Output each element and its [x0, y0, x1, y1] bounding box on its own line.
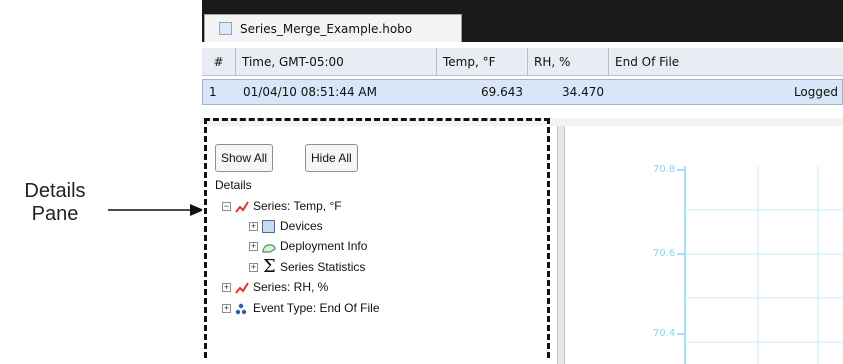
row-status: Logged: [793, 85, 838, 99]
row-rh: 34.470: [562, 85, 604, 99]
y-tick-label: 70.4: [653, 328, 676, 339]
col-time-header[interactable]: Time, GMT-05:00: [236, 48, 437, 76]
row-index: 1: [209, 85, 217, 99]
row-temp: 69.643: [481, 85, 523, 99]
row-time: 01/04/10 08:51:44 AM: [243, 85, 377, 99]
col-temp-header[interactable]: Temp, °F: [437, 48, 528, 76]
annotation-line-1: Details: [24, 180, 86, 202]
col-rh-header[interactable]: RH, %: [528, 48, 609, 76]
annotation-line-2: Pane: [31, 203, 79, 225]
chart-grid: [677, 166, 843, 364]
col-index-header[interactable]: #: [202, 48, 236, 76]
details-pane-annotation: Details Pane: [0, 180, 110, 226]
col-eof-header[interactable]: End Of File: [609, 48, 843, 76]
y-tick-label: 70.8: [653, 164, 676, 175]
pane-splitter[interactable]: [557, 126, 565, 364]
tab-series-merge[interactable]: Series_Merge_Example.hobo: [204, 14, 462, 42]
table-row[interactable]: 1 01/04/10 08:51:44 AM 69.643 34.470 Log…: [202, 79, 843, 105]
chart-area: 70.8 70.6 70.4: [565, 126, 843, 364]
arrow-icon: [108, 204, 204, 216]
details-pane-highlight: [204, 118, 550, 358]
tab-file-icon: [219, 22, 232, 35]
y-tick-label: 70.6: [653, 248, 676, 259]
table-header: # Time, GMT-05:00 Temp, °F RH, % End Of …: [202, 48, 843, 76]
tab-label: Series_Merge_Example.hobo: [240, 21, 413, 36]
